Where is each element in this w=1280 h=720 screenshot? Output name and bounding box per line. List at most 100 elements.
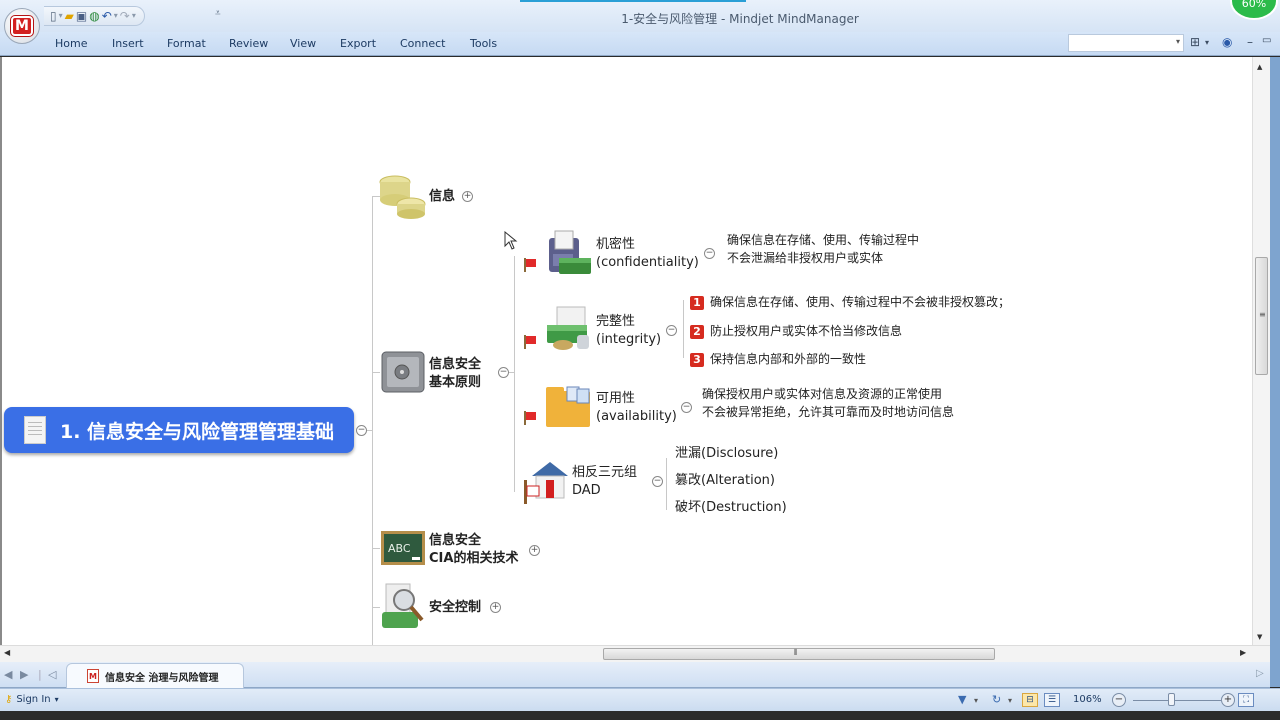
document-tab[interactable]: M 信息安全 治理与风险管理 bbox=[66, 663, 244, 688]
outline-view-button[interactable]: ☰ bbox=[1044, 693, 1060, 707]
title-bar: 1-安全与风险管理 - Mindjet MindManager bbox=[0, 0, 1280, 32]
collapse-toggle[interactable]: − bbox=[681, 402, 692, 413]
new-dropdown-icon[interactable]: ▾ bbox=[59, 8, 63, 24]
tab-home[interactable]: Home bbox=[55, 37, 87, 50]
quick-access-toolbar: ▯ ▾ ▰ ▣ ◍ ↶ ▾ ↷ ▾ bbox=[44, 6, 145, 26]
tab-connect[interactable]: Connect bbox=[400, 37, 445, 50]
tab-view[interactable]: View bbox=[290, 37, 316, 50]
filter-dropdown-icon[interactable]: ▾ bbox=[974, 696, 978, 705]
redo-dropdown-icon[interactable]: ▾ bbox=[132, 8, 136, 24]
save-online-icon[interactable]: ◍ bbox=[89, 8, 99, 24]
topic-dad-line1: 相反三元组 bbox=[572, 465, 638, 480]
topic-dad[interactable]: 相反三元组 DAD bbox=[572, 464, 637, 500]
scroll-down-icon[interactable]: ▼ bbox=[1257, 633, 1262, 641]
integrity-item[interactable]: 2 防止授权用户或实体不恰当修改信息 bbox=[690, 322, 902, 340]
central-topic[interactable]: 1. 信息安全与风险管理管理基础 bbox=[4, 407, 354, 453]
sign-in-label: Sign In bbox=[16, 694, 51, 705]
map-view-button[interactable]: ⊟ bbox=[1022, 693, 1038, 707]
zoom-slider-thumb[interactable] bbox=[1167, 693, 1175, 706]
integrity-item[interactable]: 3 保持信息内部和外部的一致性 bbox=[690, 350, 866, 368]
collapse-toggle[interactable]: − bbox=[666, 325, 677, 336]
dad-item[interactable]: 泄漏(Disclosure) bbox=[675, 445, 778, 463]
horizontal-scroll-thumb[interactable]: ⦀ bbox=[603, 648, 995, 660]
dad-item[interactable]: 篡改(Alteration) bbox=[675, 472, 775, 490]
vertical-scroll-thumb[interactable]: ≡ bbox=[1255, 257, 1268, 375]
next-doc-icon[interactable]: ▶ bbox=[20, 668, 28, 681]
separator: | bbox=[38, 668, 42, 681]
redo-icon[interactable]: ↷ bbox=[120, 8, 130, 24]
expand-toggle[interactable]: + bbox=[529, 545, 540, 556]
expand-toggle[interactable]: + bbox=[462, 191, 473, 202]
zoom-in-button[interactable]: + bbox=[1221, 693, 1235, 707]
note-confidentiality[interactable]: 确保信息在存储、使用、传输过程中 不会泄漏给非授权用户或实体 bbox=[727, 231, 919, 267]
save-icon[interactable]: ▣ bbox=[76, 8, 87, 24]
map-canvas[interactable] bbox=[0, 57, 1270, 645]
dad-item[interactable]: 破坏(Destruction) bbox=[675, 499, 787, 517]
tab-review[interactable]: Review bbox=[229, 37, 268, 50]
scroll-left-icon[interactable]: ◀ bbox=[4, 648, 10, 657]
expand-toggle[interactable]: + bbox=[490, 602, 501, 613]
scroll-up-icon[interactable]: ▲ bbox=[1257, 63, 1262, 71]
refresh-icon[interactable]: ↻ bbox=[992, 693, 1001, 706]
refresh-dropdown-icon[interactable]: ▾ bbox=[1008, 696, 1012, 705]
integrity-item[interactable]: 1 确保信息在存储、使用、传输过程中不会被非授权篡改； bbox=[690, 293, 1010, 311]
connector bbox=[372, 372, 380, 373]
undo-icon[interactable]: ↶ bbox=[102, 8, 112, 24]
collapse-toggle[interactable]: − bbox=[498, 367, 509, 378]
fit-map-button[interactable]: ⛶ bbox=[1238, 693, 1254, 707]
customize-qat-icon[interactable]: ⩡ bbox=[215, 8, 221, 19]
topic-integrity[interactable]: 完整性 (integrity) bbox=[596, 313, 661, 349]
topic-cia[interactable]: 信息安全 CIA的相关技术 bbox=[429, 532, 518, 568]
search-dropdown-icon[interactable]: ▾ bbox=[1176, 37, 1180, 46]
topic-dad-line2: DAD bbox=[572, 483, 601, 498]
sign-in-button[interactable]: ⚷ Sign In ▾ bbox=[5, 694, 59, 705]
topic-cia-line1: 信息安全 bbox=[429, 533, 482, 548]
vertical-scrollbar[interactable]: ▲ ≡ ▼ bbox=[1252, 57, 1270, 645]
binoculars-icon[interactable]: ⊞ bbox=[1190, 35, 1200, 49]
tab-scroll-right-icon[interactable]: ▷ bbox=[1256, 668, 1264, 679]
filter-icon[interactable]: ▼ bbox=[958, 693, 966, 706]
topic-control[interactable]: 安全控制 bbox=[429, 599, 481, 617]
note-line: 不会泄漏给非授权用户或实体 bbox=[727, 251, 884, 265]
window-title: 1-安全与风险管理 - Mindjet MindManager bbox=[621, 12, 859, 26]
note-availability[interactable]: 确保授权用户或实体对信息及资源的正常使用 不会被异常拒绝，允许其可靠而及时地访问… bbox=[702, 385, 954, 421]
svg-text:ABC: ABC bbox=[388, 542, 411, 555]
minimize-ribbon-icon[interactable]: – bbox=[1247, 35, 1253, 49]
application-menu-button[interactable]: M bbox=[4, 8, 40, 44]
find-dropdown-icon[interactable]: ▾ bbox=[1205, 38, 1209, 47]
ribbon-tabs: Home Insert Format Review View Export Co… bbox=[0, 32, 1280, 56]
topic-integrity-line2: (integrity) bbox=[596, 332, 662, 347]
new-icon[interactable]: ▯ bbox=[50, 8, 57, 24]
note-line: 确保信息在存储、使用、传输过程中 bbox=[727, 233, 920, 247]
money-icon bbox=[545, 305, 593, 353]
topic-availability[interactable]: 可用性 (availability) bbox=[596, 390, 677, 426]
item-text: 确保信息在存储、使用、传输过程中不会被非授权篡改； bbox=[710, 295, 1011, 309]
tab-tools[interactable]: Tools bbox=[470, 37, 497, 50]
scroll-tabs-icon[interactable]: ◁ bbox=[48, 668, 56, 681]
tab-format[interactable]: Format bbox=[167, 37, 206, 50]
chalkboard-icon: ABC bbox=[380, 530, 426, 566]
tab-insert[interactable]: Insert bbox=[112, 37, 144, 50]
zoom-out-button[interactable]: − bbox=[1112, 693, 1126, 707]
horizontal-scrollbar[interactable]: ◀ ⦀ ▶ bbox=[0, 645, 1270, 662]
undo-dropdown-icon[interactable]: ▾ bbox=[114, 8, 118, 24]
search-input[interactable]: ▾ bbox=[1068, 34, 1184, 52]
collapse-toggle[interactable]: − bbox=[652, 476, 663, 487]
prev-doc-icon[interactable]: ◀ bbox=[4, 668, 12, 681]
topic-info[interactable]: 信息 bbox=[429, 188, 455, 206]
topic-confidentiality[interactable]: 机密性 (confidentiality) bbox=[596, 236, 699, 272]
scroll-right-icon[interactable]: ▶ bbox=[1240, 648, 1246, 657]
restore-window-icon[interactable]: ▭ bbox=[1262, 35, 1271, 46]
note-line: 不会被异常拒绝，允许其可靠而及时地访问信息 bbox=[702, 405, 955, 419]
collapse-toggle[interactable]: − bbox=[356, 425, 367, 436]
topic-integrity-line1: 完整性 bbox=[596, 314, 636, 329]
topic-principles[interactable]: 信息安全 基本原则 bbox=[429, 356, 481, 392]
open-icon[interactable]: ▰ bbox=[65, 8, 74, 24]
connector bbox=[372, 196, 373, 645]
connector bbox=[514, 256, 515, 492]
note-line: 确保授权用户或实体对信息及资源的正常使用 bbox=[702, 387, 943, 401]
zoom-slider-track[interactable] bbox=[1133, 700, 1221, 701]
tab-export[interactable]: Export bbox=[340, 37, 376, 50]
collapse-toggle[interactable]: − bbox=[704, 248, 715, 259]
help-icon[interactable]: ◉ bbox=[1222, 35, 1232, 49]
